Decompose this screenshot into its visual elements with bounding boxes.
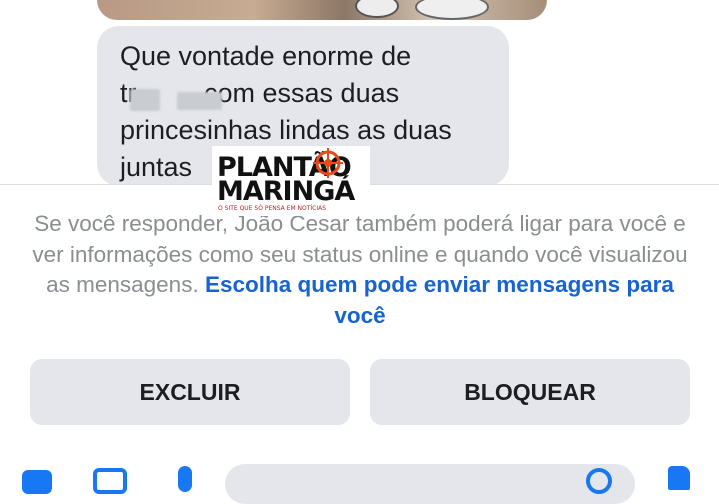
delete-button[interactable]: EXCLUIR <box>30 359 350 425</box>
block-button[interactable]: BLOQUEAR <box>370 359 690 425</box>
shared-photo[interactable] <box>97 0 547 20</box>
watermark-line2: MARINGÁ <box>217 176 355 207</box>
message-composer <box>0 458 719 504</box>
crosshair-icon <box>313 148 343 178</box>
redaction-blur <box>130 89 160 111</box>
photo-detail <box>415 0 489 20</box>
message-line: tr com essas duas <box>120 78 400 108</box>
message-privacy-link[interactable]: Escolha quem pode enviar mensagens para … <box>205 272 674 328</box>
microphone-icon[interactable] <box>178 466 192 492</box>
watermark-tagline: O SITE QUE SÓ PENSA EM NOTÍCIAS <box>218 205 327 212</box>
emoji-icon[interactable] <box>586 468 612 494</box>
camera-icon[interactable] <box>22 470 52 494</box>
like-icon[interactable] <box>668 466 690 490</box>
message-line: princesinhas lindas as duas <box>120 115 452 145</box>
photo-detail <box>355 0 399 18</box>
watermark-logo: PLANTÃO MARINGÁ O SITE QUE SÓ PENSA EM N… <box>212 146 370 216</box>
redaction-blur <box>177 92 222 110</box>
gallery-icon[interactable] <box>93 468 127 494</box>
message-input[interactable] <box>225 464 635 504</box>
message-line: Que vontade enorme de <box>120 41 412 71</box>
message-request-sheet: Se você responder, João Cesar também pod… <box>0 184 719 487</box>
request-notice: Se você responder, João Cesar também pod… <box>30 209 690 331</box>
